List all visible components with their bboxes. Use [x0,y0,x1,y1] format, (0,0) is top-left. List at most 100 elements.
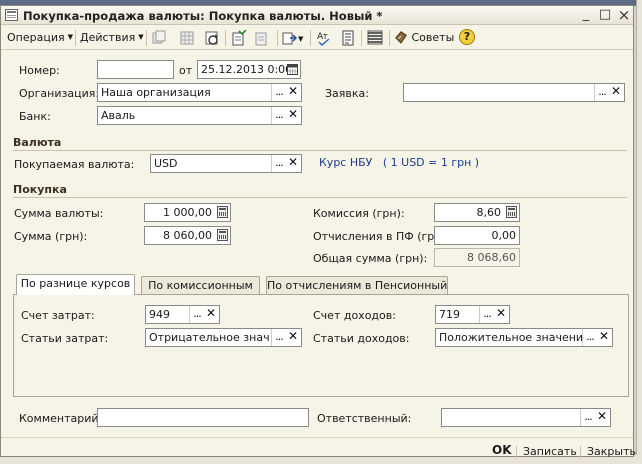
copy-icon[interactable] [151,30,167,46]
number-label: Номер: [19,64,60,77]
income-items-field[interactable]: Положительное значение ку ... ✕ [435,328,613,347]
cost-items-label: Статьи затрат: [21,332,109,345]
document-icon[interactable] [340,30,356,46]
clear-icon[interactable]: ✕ [286,155,300,172]
toolbar-divider [361,30,362,46]
select-icon[interactable]: ... [272,107,286,124]
cost-account-field[interactable]: 949 ... ✕ [145,305,220,324]
chevron-down-icon: ▼ [138,33,144,41]
footer-divider [580,446,581,459]
comment-field[interactable] [97,408,309,427]
calculator-icon[interactable] [216,227,230,244]
request-label: Заявка: [325,87,369,100]
chevron-down-icon[interactable]: ▼ [298,33,303,46]
request-field[interactable]: ... ✕ [403,83,625,102]
purchased-currency-label: Покупаемая валюта: [14,158,135,171]
select-icon[interactable]: ... [583,329,597,346]
section-divider [13,197,627,198]
select-icon[interactable]: ... [480,306,494,323]
chevron-down-icon: ▼ [67,33,73,41]
clear-icon[interactable]: ✕ [595,409,609,426]
pension-deduction-field[interactable]: 0,00 [434,226,520,245]
total-amount-label: Общая сумма (грн): [313,252,428,265]
date-field[interactable]: 25.12.2013 0:00 [197,60,301,79]
title-bar[interactable]: Покупка-продажа валюты: Покупка валюты. … [1,6,633,25]
tips-button[interactable]: Советы [394,30,454,44]
select-icon[interactable]: ... [272,84,286,101]
responsible-label: Ответственный: [317,412,412,425]
total-amount-field: 8 068,60 [434,248,520,267]
bank-field[interactable]: Аваль ... ✕ [97,106,302,125]
select-icon[interactable]: ... [581,409,595,426]
select-icon[interactable]: ... [595,84,609,101]
pension-deduction-label: Отчисления в ПФ (грн): [313,230,450,243]
ok-button[interactable]: OK [492,443,512,457]
toolbar: Операция ▼ Действия ▼ ▼ AT Советы ? [1,26,633,50]
organization-label: Организация: [19,87,100,100]
date-from-label: от [179,64,193,77]
operation-menu[interactable]: Операция ▼ [7,31,73,44]
purchased-currency-field[interactable]: USD ... ✕ [150,154,302,173]
currency-amount-field[interactable]: 1 000,00 [144,203,231,222]
clear-icon[interactable]: ✕ [286,329,300,346]
select-icon[interactable]: ... [190,306,204,323]
clear-icon[interactable]: ✕ [609,84,623,101]
toolbar-divider [225,30,226,46]
calendar-icon[interactable] [285,61,299,78]
refresh-icon[interactable] [204,30,220,46]
document-window: Покупка-продажа валюты: Покупка валюты. … [0,5,636,459]
currency-amount-label: Сумма валюты: [14,207,104,220]
close-window-button[interactable]: × [616,8,632,23]
list-icon[interactable] [367,30,383,46]
currency-section-title: Валюта [13,136,62,149]
maximize-button[interactable]: □ [597,8,613,23]
income-account-label: Счет доходов: [313,309,396,322]
section-divider [13,150,627,151]
tab-panel: Счет затрат: 949 ... ✕ Статьи затрат: От… [13,294,629,397]
goto-icon[interactable] [282,30,298,46]
grid-icon[interactable] [179,30,195,46]
close-button[interactable]: Закрыть [587,445,636,458]
footer-divider [516,446,517,459]
toolbar-divider [277,30,278,46]
calculator-icon[interactable] [216,204,230,221]
tab-pension-deductions[interactable]: По отчислениям в Пенсионный [266,276,448,295]
commission-field[interactable]: 8,60 [434,203,520,222]
minimize-button[interactable]: _ [578,8,594,23]
post-doc-icon[interactable] [231,30,247,46]
save-button[interactable]: Записать [523,445,577,458]
tab-commission[interactable]: По комиссионным [141,276,260,295]
clear-icon[interactable]: ✕ [494,306,508,323]
calculator-icon[interactable] [505,204,519,221]
uah-amount-label: Сумма (грн): [14,230,88,243]
unpost-doc-icon[interactable] [254,30,270,46]
income-account-field[interactable]: 719 ... ✕ [435,305,510,324]
tips-icon [395,31,407,44]
toolbar-divider [146,30,147,46]
spell-check-icon[interactable]: AT [316,30,332,46]
actions-menu[interactable]: Действия ▼ [80,31,144,44]
commission-label: Комиссия (грн): [313,207,405,220]
help-icon[interactable]: ? [459,29,475,45]
toolbar-divider [310,30,311,46]
select-icon[interactable]: ... [272,155,286,172]
clear-icon[interactable]: ✕ [286,107,300,124]
responsible-field[interactable]: ... ✕ [441,408,611,427]
app-icon [5,9,18,21]
uah-amount-field[interactable]: 8 060,00 [144,226,231,245]
footer-divider [1,437,633,438]
select-icon[interactable]: ... [272,329,286,346]
actions-menu-label: Действия [80,31,136,44]
number-field[interactable] [97,60,174,79]
cost-items-field[interactable]: Отрицательное значени ... ✕ [145,328,302,347]
organization-field[interactable]: Наша организация ... ✕ [97,83,302,102]
clear-icon[interactable]: ✕ [204,306,218,323]
clear-icon[interactable]: ✕ [597,329,611,346]
clear-icon[interactable]: ✕ [286,84,300,101]
tab-exchange-difference[interactable]: По разнице курсов [16,274,135,295]
cost-account-label: Счет затрат: [21,309,95,322]
toolbar-divider [389,30,390,46]
operation-menu-label: Операция [7,31,65,44]
income-items-label: Статьи доходов: [313,332,410,345]
nbu-rate-link[interactable]: Курс НБУ ( 1 USD = 1 грн ) [319,156,479,169]
